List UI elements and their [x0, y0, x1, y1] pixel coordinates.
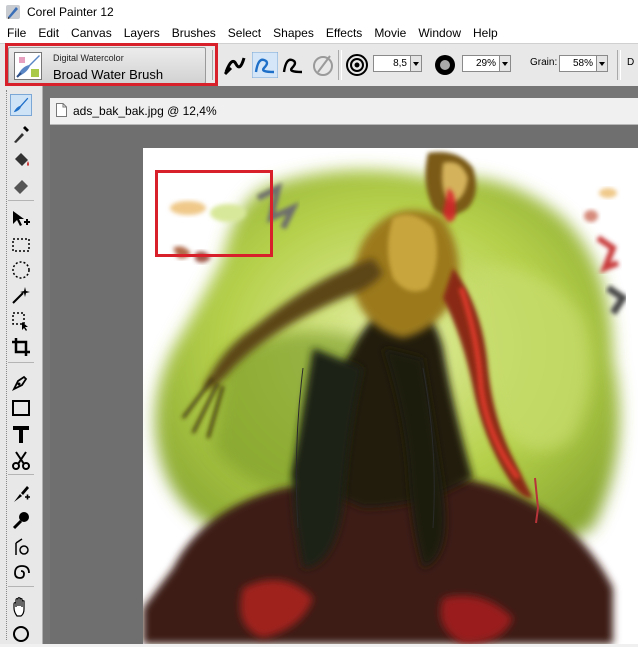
dropper-icon	[14, 126, 29, 143]
menu-select[interactable]: Select	[222, 23, 267, 43]
dodge-tool[interactable]	[10, 535, 32, 557]
rectangular-selection-tool[interactable]	[10, 234, 32, 256]
toolbox-grip[interactable]	[6, 90, 10, 640]
magic-wand-icon	[12, 287, 30, 304]
brush-size-icon	[346, 54, 368, 76]
separator	[617, 50, 621, 80]
truncated-control-label: D	[627, 57, 635, 68]
document-title: ads_bak_bak.jpg @ 12,4%	[73, 104, 217, 118]
stamp-icon	[12, 512, 29, 530]
selection-adjuster-tool[interactable]	[10, 310, 32, 332]
oval-selection-icon	[12, 261, 30, 279]
menu-file[interactable]: File	[0, 23, 32, 43]
menu-shapes[interactable]: Shapes	[267, 23, 320, 43]
menu-bar: File Edit Canvas Layers Brushes Select S…	[0, 23, 638, 43]
title-bar: Corel Painter 12	[0, 0, 638, 23]
size-input[interactable]: 8,5	[373, 55, 411, 72]
dropper-tool[interactable]	[10, 123, 32, 145]
toolbox	[0, 86, 43, 644]
separator	[338, 50, 342, 80]
menu-brushes[interactable]: Brushes	[166, 23, 222, 43]
rect-selection-icon	[12, 238, 30, 252]
menu-window[interactable]: Window	[412, 23, 467, 43]
painter-app-icon	[6, 4, 20, 19]
size-dropdown[interactable]	[410, 55, 422, 72]
eraser-icon	[14, 180, 28, 194]
move-arrow-icon	[13, 211, 30, 226]
document-icon	[56, 103, 67, 117]
spiral-icon	[14, 565, 30, 579]
rotate-page-tool[interactable]	[10, 622, 32, 644]
selection-adjuster-icon	[12, 312, 28, 331]
paint-bucket-icon	[15, 153, 29, 166]
opacity-dropdown[interactable]	[499, 55, 511, 72]
paint-bucket-tool[interactable]	[10, 149, 32, 171]
scissors-icon	[12, 451, 30, 470]
pen-tool[interactable]	[10, 371, 32, 393]
document-tab[interactable]: ads_bak_bak.jpg @ 12,4%	[50, 98, 638, 125]
menu-edit[interactable]: Edit	[32, 23, 65, 43]
grain-label: Grain:	[530, 57, 558, 68]
menu-movie[interactable]: Movie	[368, 23, 412, 43]
pen-icon	[11, 375, 28, 392]
menu-help[interactable]: Help	[467, 23, 504, 43]
rubber-stamp-tool[interactable]	[10, 509, 32, 531]
text-t-icon	[13, 426, 29, 443]
window-title: Corel Painter 12	[27, 4, 114, 19]
grain-dropdown[interactable]	[596, 55, 608, 72]
brush-stroke-icon[interactable]	[222, 52, 248, 78]
rectangle-icon	[12, 400, 30, 416]
straight-line-stroke-icon[interactable]	[280, 52, 306, 78]
swatch-highlight	[155, 170, 273, 257]
separator	[8, 474, 34, 475]
rectangle-shape-tool[interactable]	[10, 397, 32, 419]
menu-effects[interactable]: Effects	[320, 23, 368, 43]
crop-tool[interactable]	[10, 336, 32, 358]
cloner-icon	[14, 486, 30, 502]
layer-adjuster-tool[interactable]	[10, 208, 32, 230]
mirror-tool[interactable]	[10, 560, 32, 582]
brush-icon	[13, 97, 29, 113]
separator	[8, 362, 34, 363]
circle-icon	[13, 626, 29, 642]
menu-layers[interactable]: Layers	[118, 23, 166, 43]
scissors-tool[interactable]	[10, 449, 32, 471]
brush-tool[interactable]	[10, 94, 32, 116]
grain-input[interactable]: 58%	[559, 55, 597, 72]
grabber-tool[interactable]	[10, 596, 32, 618]
oval-selection-tool[interactable]	[10, 259, 32, 281]
menu-canvas[interactable]: Canvas	[65, 23, 118, 43]
opacity-icon	[435, 55, 455, 75]
separator	[8, 586, 34, 587]
separator	[8, 200, 34, 201]
cloner-tool[interactable]	[10, 483, 32, 505]
dodge-icon	[15, 538, 29, 555]
freehand-stroke-icon[interactable]	[252, 52, 278, 78]
brush-selector-highlight	[5, 43, 218, 86]
eraser-tool[interactable]	[10, 174, 32, 196]
text-tool[interactable]	[10, 423, 32, 445]
opacity-input[interactable]: 29%	[462, 55, 500, 72]
hand-icon	[13, 597, 25, 617]
crop-icon	[12, 338, 30, 356]
disabled-stroke-icon[interactable]	[310, 52, 336, 78]
magic-wand-tool[interactable]	[10, 284, 32, 306]
